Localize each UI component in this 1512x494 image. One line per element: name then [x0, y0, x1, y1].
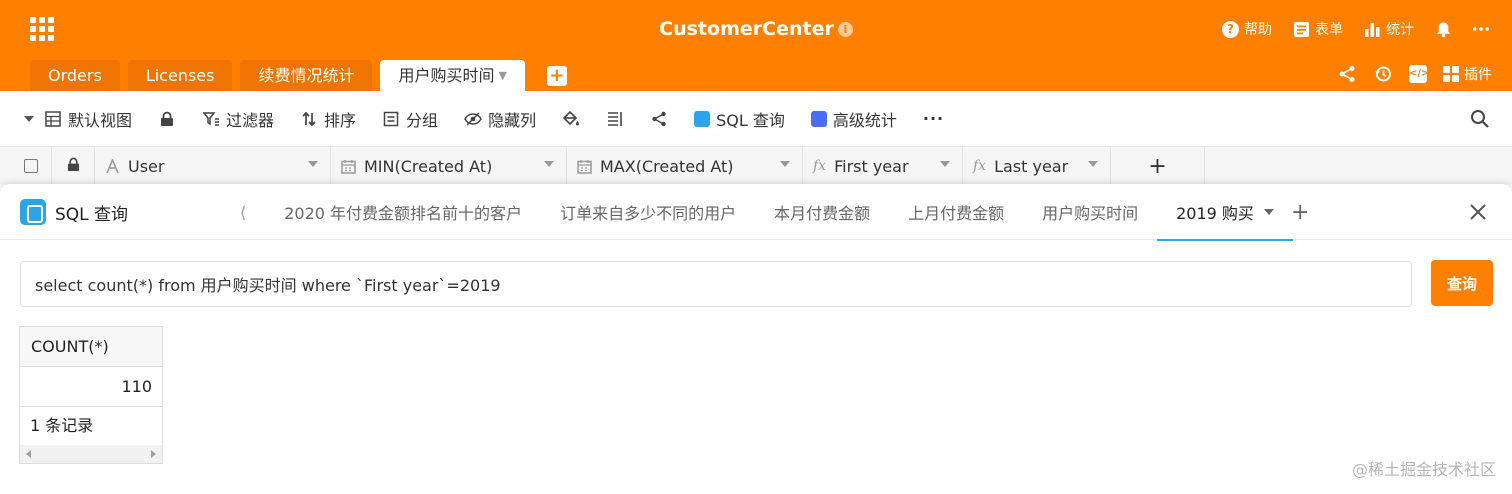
help-icon: ? — [1222, 20, 1239, 38]
lock-icon — [158, 110, 176, 128]
select-all-checkbox[interactable] — [0, 147, 52, 185]
column-header-row: User MIN(Created At) MAX(Created At) fx … — [0, 147, 1512, 185]
sql-query-button[interactable]: SQL 查询 — [694, 107, 785, 131]
search-icon[interactable] — [1470, 109, 1490, 129]
grid-view-icon — [44, 110, 62, 128]
hide-columns-button[interactable]: 隐藏列 — [464, 107, 536, 131]
sql-query-panel: SQL 查询 ⟨ 2020 年付费金额排名前十的客户 订单来自多少不同的用户 本… — [0, 184, 1512, 494]
sql-icon — [694, 110, 711, 127]
help-button[interactable]: ? 帮助 — [1222, 19, 1272, 39]
tab-licenses[interactable]: Licenses — [127, 60, 233, 91]
formula-icon: fx — [973, 158, 987, 174]
filter-button[interactable]: 过滤器 — [202, 107, 274, 131]
history-icon[interactable] — [1373, 64, 1393, 84]
toolbar-more-button[interactable]: ··· — [923, 109, 944, 128]
query-tab-active[interactable]: 2019 购买 — [1157, 184, 1293, 241]
row-height-icon — [606, 110, 624, 128]
query-tab[interactable]: 2020 年付费金额排名前十的客户 — [265, 184, 541, 240]
info-icon[interactable]: i — [837, 22, 853, 37]
scroll-right-icon[interactable] — [151, 450, 156, 458]
table-tabs: Orders Licenses 续费情况统计 用户购买时间 ▼ + — [30, 60, 567, 91]
query-tab[interactable]: 用户购买时间 — [1023, 184, 1157, 240]
eye-off-icon — [464, 110, 482, 128]
query-result-table: COUNT(*) 110 1 条记录 — [19, 326, 163, 464]
column-header-first-year[interactable]: fx First year — [803, 147, 963, 185]
form-icon — [1292, 20, 1310, 38]
query-tab[interactable]: 本月付费金额 — [755, 184, 889, 240]
add-table-button[interactable]: + — [546, 66, 567, 86]
caret-down-icon[interactable] — [544, 161, 554, 167]
sql-panel-title: SQL 查询 — [20, 199, 128, 225]
result-column-header: COUNT(*) — [20, 327, 162, 367]
sql-panel-header: SQL 查询 ⟨ 2020 年付费金额排名前十的客户 订单来自多少不同的用户 本… — [0, 184, 1512, 241]
group-icon — [382, 110, 400, 128]
text-icon — [105, 158, 120, 174]
share-icon[interactable] — [1337, 64, 1357, 84]
column-header-max-created-at[interactable]: MAX(Created At) — [567, 147, 803, 185]
notification-button[interactable] — [1434, 20, 1452, 38]
row-height-button[interactable] — [606, 110, 624, 128]
add-column-button[interactable]: + — [1111, 147, 1205, 185]
scroll-left-icon[interactable] — [26, 450, 31, 458]
sql-icon — [20, 199, 46, 225]
filter-icon — [202, 110, 220, 128]
row-color-button[interactable] — [562, 110, 580, 128]
add-query-button[interactable]: + — [1291, 184, 1309, 240]
plugins-icon — [1443, 66, 1459, 82]
bell-icon — [1434, 20, 1452, 38]
tab-renewal-stats[interactable]: 续费情况统计 — [240, 60, 373, 91]
query-tab[interactable]: 订单来自多少不同的用户 — [541, 184, 755, 240]
tab-orders[interactable]: Orders — [30, 60, 120, 91]
app-header: CustomerCenter i ? 帮助 表单 统计 Orders Licen… — [0, 0, 1512, 91]
plugins-button[interactable]: 插件 — [1443, 64, 1492, 84]
tabs-scroll-left-icon[interactable]: ⟨ — [240, 184, 265, 240]
stats-button[interactable]: 统计 — [1363, 19, 1414, 39]
caret-down-icon[interactable] — [780, 161, 790, 167]
advanced-stats-icon — [810, 110, 827, 127]
run-query-button[interactable]: 查询 — [1431, 260, 1493, 306]
code-icon[interactable]: </> — [1409, 65, 1429, 83]
watermark: @稀土掘金技术社区 — [1351, 460, 1496, 479]
sort-icon — [300, 110, 318, 128]
sort-button[interactable]: 排序 — [300, 107, 356, 131]
column-lock[interactable] — [52, 147, 95, 185]
more-menu-button[interactable] — [1472, 20, 1490, 38]
share-view-button[interactable] — [650, 110, 668, 128]
close-icon[interactable] — [1468, 202, 1488, 222]
horizontal-scrollbar[interactable] — [20, 445, 162, 463]
more-horizontal-icon — [1472, 20, 1490, 38]
query-tab[interactable]: 上月付费金额 — [889, 184, 1023, 240]
calendar-icon — [577, 159, 592, 174]
tab-bar-actions: </> 插件 — [1337, 64, 1492, 84]
paint-bucket-icon — [562, 110, 580, 128]
caret-down-icon[interactable] — [1088, 161, 1098, 167]
record-count: 1 条记录 — [30, 416, 94, 435]
share-icon — [650, 110, 668, 128]
tab-user-purchase-time[interactable]: 用户购买时间 ▼ — [380, 60, 525, 91]
sql-query-input[interactable] — [20, 261, 1412, 307]
caret-down-icon — [20, 110, 38, 128]
advanced-stats-button[interactable]: 高级统计 — [810, 107, 897, 131]
view-selector[interactable]: 默认视图 — [20, 107, 132, 131]
column-header-min-created-at[interactable]: MIN(Created At) — [331, 147, 567, 185]
lock-icon — [67, 157, 80, 176]
column-header-user[interactable]: User — [95, 147, 331, 185]
formula-icon: fx — [813, 158, 827, 174]
caret-down-icon[interactable] — [308, 161, 318, 167]
lock-view-button[interactable] — [158, 110, 176, 128]
view-toolbar: 默认视图 过滤器 排序 分组 隐藏列 SQL 查询 高级统计 ··· — [0, 91, 1512, 147]
group-button[interactable]: 分组 — [382, 107, 438, 131]
header-actions: ? 帮助 表单 统计 — [1222, 19, 1490, 39]
chevron-down-icon[interactable] — [1263, 209, 1274, 215]
query-tabs: ⟨ 2020 年付费金额排名前十的客户 订单来自多少不同的用户 本月付费金额 上… — [240, 184, 1309, 241]
result-cell: 110 — [20, 367, 162, 407]
caret-down-icon[interactable] — [940, 161, 950, 167]
chevron-down-icon[interactable]: ▼ — [499, 69, 507, 82]
form-button[interactable]: 表单 — [1292, 19, 1343, 39]
bar-chart-icon — [1363, 20, 1381, 38]
calendar-icon — [341, 159, 356, 174]
column-header-last-year[interactable]: fx Last year — [963, 147, 1111, 185]
